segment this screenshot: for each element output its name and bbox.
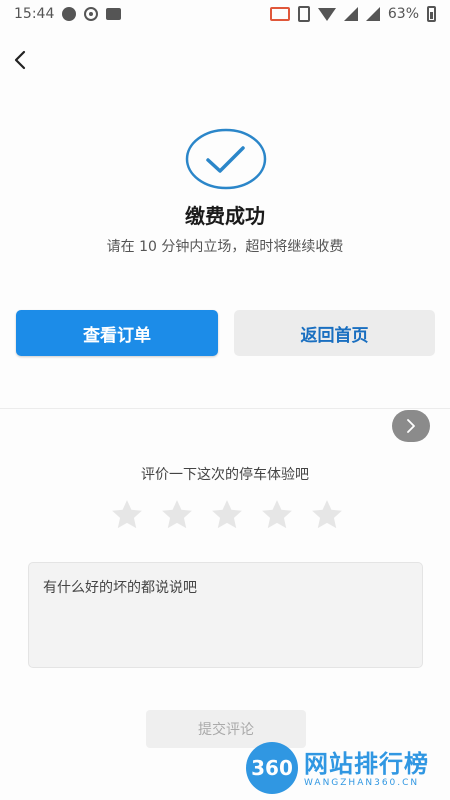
battery-icon <box>427 6 436 22</box>
star-icon <box>262 500 292 529</box>
star-rating <box>110 498 344 532</box>
section-divider <box>0 408 450 409</box>
star-icon <box>312 500 342 529</box>
next-button[interactable] <box>392 410 430 442</box>
success-title: 缴费成功 <box>185 204 265 228</box>
star-4[interactable] <box>260 498 294 532</box>
wifi-icon <box>317 7 336 21</box>
comment-box <box>28 562 423 668</box>
signal-icon-2 <box>365 7 380 21</box>
star-1[interactable] <box>110 498 144 532</box>
watermark-subtitle: WANGZHAN360.CN <box>304 778 420 788</box>
status-bar-left: 15:44 <box>14 6 122 22</box>
watermark-logo: 360 <box>246 742 298 794</box>
watermark-title: 网站排行榜 <box>304 750 429 778</box>
status-time: 15:44 <box>14 6 55 22</box>
chat-notification-icon <box>62 7 77 21</box>
star-3[interactable] <box>210 498 244 532</box>
payment-success-page: 15:44 63% 缴费成功 请在 10 分钟内立场，超时将继续收费 查看订单 … <box>0 0 450 800</box>
star-icon <box>162 500 192 529</box>
success-check-icon <box>185 128 267 190</box>
back-button[interactable] <box>6 44 34 76</box>
back-home-button[interactable]: 返回首页 <box>234 310 435 356</box>
rating-prompt: 评价一下这次的停车体验吧 <box>141 467 309 483</box>
status-bar-right: 63% <box>269 6 436 22</box>
signal-icon <box>343 7 358 21</box>
status-bar: 15:44 63% <box>0 0 450 28</box>
vibrate-icon <box>297 6 310 22</box>
message-notification-icon <box>106 8 122 20</box>
battery-percent: 63% <box>387 6 419 22</box>
record-notification-icon <box>84 7 99 21</box>
comment-input[interactable] <box>43 577 408 653</box>
chevron-right-icon <box>407 419 415 433</box>
star-2[interactable] <box>160 498 194 532</box>
cast-icon <box>269 7 290 21</box>
chevron-left-icon <box>14 50 26 70</box>
star-icon <box>212 500 242 529</box>
success-subtitle: 请在 10 分钟内立场，超时将继续收费 <box>106 239 344 255</box>
watermark: 360 网站排行榜 WANGZHAN360.CN <box>240 740 450 798</box>
star-5[interactable] <box>310 498 344 532</box>
star-icon <box>112 500 142 529</box>
view-order-button[interactable]: 查看订单 <box>16 310 218 356</box>
